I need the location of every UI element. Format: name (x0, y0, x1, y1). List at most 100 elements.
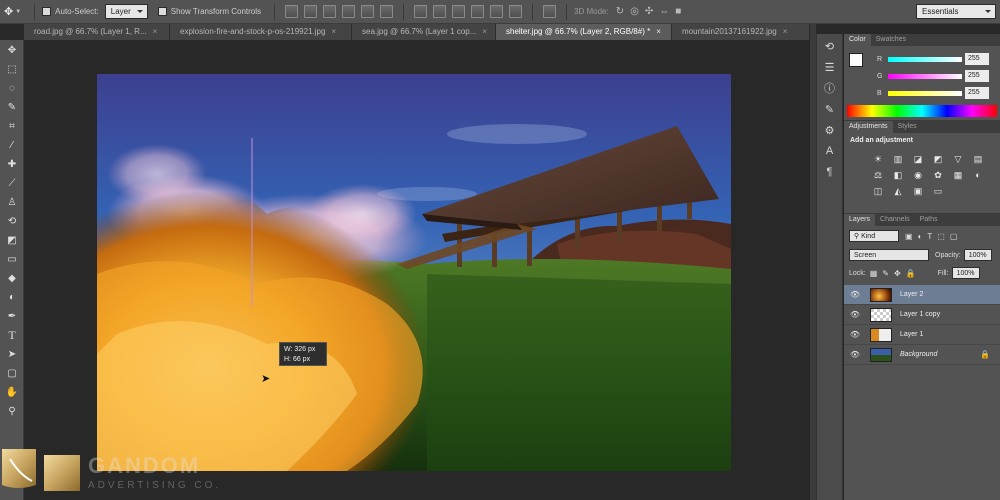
paragraph-icon[interactable]: ¶ (820, 163, 840, 181)
levels-icon[interactable]: ▥ (890, 152, 906, 166)
vibrance-icon[interactable]: ▽ (950, 152, 966, 166)
brightness-icon[interactable]: ☀ (870, 152, 886, 166)
align-hcenter-icon[interactable] (361, 5, 375, 18)
history-icon[interactable]: ⟲ (820, 37, 840, 55)
3d-rotate-icon[interactable]: ↻ (616, 6, 624, 17)
red-slider[interactable]: R 255 (844, 53, 1000, 70)
color-lookup-icon[interactable]: ▦ (950, 168, 966, 182)
align-bottom-icon[interactable] (323, 5, 337, 18)
lasso-tool-icon[interactable]: ◌ (2, 79, 22, 97)
brush-presets-icon[interactable]: ✎ (820, 100, 840, 118)
exposure-icon[interactable]: ◩ (930, 152, 946, 166)
info-icon[interactable]: ⓘ (820, 79, 840, 97)
crop-tool-icon[interactable]: ⌗ (2, 117, 22, 135)
close-icon[interactable]: × (482, 27, 487, 36)
auto-align-icon[interactable] (543, 5, 557, 18)
eye-icon[interactable]: 👁 (848, 290, 862, 299)
path-select-tool-icon[interactable]: ➤ (2, 345, 22, 363)
auto-select-dropdown[interactable]: Layer (104, 4, 148, 19)
layer-filter-dropdown[interactable]: ⚲ Kind (849, 230, 899, 242)
b-value[interactable]: 255 (965, 87, 989, 99)
3d-roll-icon[interactable]: ◎ (630, 6, 639, 17)
canvas-image[interactable] (97, 74, 731, 471)
layer-thumbnail[interactable] (870, 287, 892, 302)
filter-shape-icon[interactable]: ⬚ (937, 232, 945, 241)
posterize-icon[interactable]: ◫ (870, 184, 886, 198)
document-canvas[interactable]: W: 326 px H: 66 px ➤ (97, 74, 731, 471)
brush-tool-icon[interactable]: ⟋ (2, 174, 22, 192)
blue-slider[interactable]: B 255 (844, 87, 1000, 104)
invert-icon[interactable]: ◐ (970, 168, 986, 182)
tab-shelter[interactable]: shelter.jpg @ 66.7% (Layer 2, RGB/8#) * × (496, 24, 672, 40)
g-bar[interactable] (888, 74, 962, 79)
distribute-vcenter-icon[interactable] (433, 5, 447, 18)
dodge-tool-icon[interactable]: ◐ (2, 288, 22, 306)
g-value[interactable]: 255 (965, 70, 989, 82)
photo-filter-icon[interactable]: ◉ (910, 168, 926, 182)
filter-smart-icon[interactable]: ▢ (950, 232, 958, 241)
lock-transparency-icon[interactable]: ▦ (870, 269, 878, 278)
layer-row-layer-2[interactable]: 👁 Layer 2 (844, 285, 1000, 305)
clone-stamp-tool-icon[interactable]: ♙ (2, 193, 22, 211)
tab-adjustments[interactable]: Adjustments (844, 121, 893, 133)
3d-pan-icon[interactable]: ✣ (645, 6, 653, 17)
close-icon[interactable]: × (331, 27, 336, 36)
shape-tool-icon[interactable]: ▢ (2, 364, 22, 382)
distribute-top-icon[interactable] (414, 5, 428, 18)
align-top-icon[interactable] (285, 5, 299, 18)
tab-layers[interactable]: Layers (844, 214, 876, 226)
pen-tool-icon[interactable]: ✒ (2, 307, 22, 325)
tab-paths[interactable]: Paths (915, 214, 943, 226)
layer-name[interactable]: Layer 1 (900, 331, 923, 338)
blur-tool-icon[interactable]: ◆ (2, 269, 22, 287)
align-vcenter-icon[interactable] (304, 5, 318, 18)
b-bar[interactable] (888, 91, 962, 96)
gradient-map-icon[interactable]: ▭ (930, 184, 946, 198)
layer-name[interactable]: Layer 2 (900, 291, 923, 298)
character-icon[interactable]: A (820, 142, 840, 160)
marquee-tool-icon[interactable]: ⬚ (2, 60, 22, 78)
workspace-dropdown[interactable]: Essentials (916, 4, 996, 19)
tool-presets-icon[interactable]: ⚙ (820, 121, 840, 139)
align-right-icon[interactable] (380, 5, 394, 18)
eye-icon[interactable]: 👁 (848, 350, 862, 359)
filter-type-icon[interactable]: T (927, 232, 932, 241)
opacity-field[interactable]: 100% (963, 249, 992, 261)
tab-explosion[interactable]: explosion-fire-and-stock-p-os-219921.jpg… (170, 24, 352, 40)
black-white-icon[interactable]: ◧ (890, 168, 906, 182)
checkbox-box[interactable] (157, 7, 167, 16)
selective-color-icon[interactable]: ▣ (910, 184, 926, 198)
tab-road[interactable]: road.jpg @ 66.7% (Layer 1, R... × (24, 24, 170, 40)
3d-slide-icon[interactable]: ⇔ (659, 6, 669, 17)
distribute-left-icon[interactable] (471, 5, 485, 18)
history-brush-tool-icon[interactable]: ⟲ (2, 212, 22, 230)
filter-adjust-icon[interactable]: ◐ (918, 232, 923, 241)
layer-row-background[interactable]: 👁 Background 🔒 (844, 345, 1000, 365)
layer-name[interactable]: Layer 1 copy (900, 311, 940, 318)
color-balance-icon[interactable]: ⚖ (870, 168, 886, 182)
eye-icon[interactable]: 👁 (848, 310, 862, 319)
color-spectrum[interactable] (847, 105, 997, 117)
close-icon[interactable]: × (153, 27, 158, 36)
close-icon[interactable]: × (656, 27, 661, 36)
filter-pixel-icon[interactable]: ▣ (905, 232, 913, 241)
checkbox-box[interactable] (42, 7, 52, 16)
align-left-icon[interactable] (342, 5, 356, 18)
tab-mountain[interactable]: mountain20137161922.jpg × (672, 24, 810, 40)
blend-mode-dropdown[interactable]: Screen (849, 249, 929, 261)
zoom-tool-icon[interactable]: ⚲ (2, 402, 22, 420)
canvas-area[interactable]: W: 326 px H: 66 px ➤ (24, 40, 810, 500)
close-icon[interactable]: × (783, 27, 788, 36)
distribute-hcenter-icon[interactable] (490, 5, 504, 18)
r-bar[interactable] (888, 57, 962, 62)
layer-thumbnail[interactable] (870, 347, 892, 362)
move-tool-preset[interactable]: ✥ ▼ (4, 5, 21, 18)
hand-tool-icon[interactable]: ✋ (2, 383, 22, 401)
fill-field[interactable]: 100% (951, 267, 980, 279)
lock-position-icon[interactable]: ✥ (894, 269, 901, 278)
layer-thumbnail[interactable] (870, 327, 892, 342)
eraser-tool-icon[interactable]: ◩ (2, 231, 22, 249)
move-tool-icon[interactable]: ✥ (2, 41, 22, 59)
layer-thumbnail[interactable] (870, 307, 892, 322)
layer-row-layer-1-copy[interactable]: 👁 Layer 1 copy (844, 305, 1000, 325)
